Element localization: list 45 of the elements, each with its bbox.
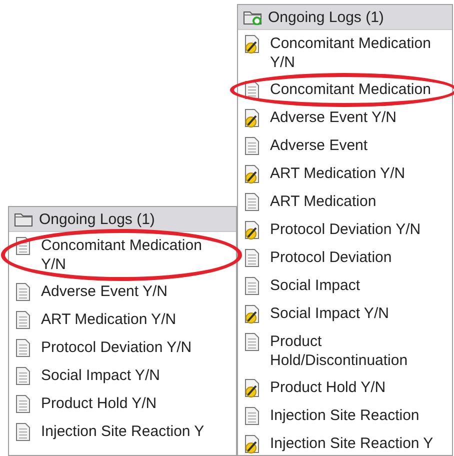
document-icon — [15, 394, 31, 414]
log-item-link[interactable]: Injection Site Reaction Y — [270, 434, 436, 453]
document-icon — [244, 276, 260, 296]
document-icon — [244, 192, 260, 212]
document-pencil-icon — [244, 164, 260, 184]
log-item-link[interactable]: Product Hold Y/N — [41, 394, 159, 413]
document-icon — [244, 248, 260, 268]
log-item-link[interactable]: Injection Site Reaction — [270, 406, 422, 425]
document-icon — [244, 136, 260, 156]
log-item-link[interactable]: Social Impact Y/N — [270, 304, 391, 323]
document-pencil-icon — [244, 304, 260, 324]
folder-with-badge-icon — [243, 9, 263, 25]
folder-icon — [14, 211, 34, 227]
log-item-link[interactable]: Product Hold Y/N — [270, 378, 388, 397]
log-item-link[interactable]: Concomitant Medication Y/N — [41, 236, 219, 274]
log-item-link[interactable]: Concomitant Medication — [270, 80, 433, 99]
document-pencil-icon — [244, 108, 260, 128]
log-item-link[interactable]: Protocol Deviation Y/N — [270, 220, 423, 239]
log-item-link[interactable]: Injection Site Reaction Y — [41, 422, 206, 441]
log-item-link[interactable]: ART Medication Y/N — [41, 310, 178, 329]
panel-header[interactable]: Ongoing Logs (1) — [238, 5, 452, 30]
document-icon — [15, 310, 31, 330]
header-label: Ongoing Logs (1) — [268, 8, 384, 26]
document-icon — [244, 332, 260, 352]
log-item-link[interactable]: Adverse Event — [270, 136, 370, 155]
document-pencil-icon — [244, 220, 260, 240]
document-icon — [15, 366, 31, 386]
document-pencil-icon — [244, 378, 260, 398]
document-icon — [244, 406, 260, 426]
log-item-link[interactable]: Adverse Event Y/N — [41, 282, 170, 301]
log-item-link[interactable]: Social Impact Y/N — [41, 366, 162, 385]
document-icon — [15, 422, 31, 442]
log-item-link[interactable]: Product Hold/Discontinuation — [270, 332, 448, 370]
log-item-link[interactable]: Social Impact — [270, 276, 362, 295]
log-item-link[interactable]: Protocol Deviation Y/N — [41, 338, 194, 357]
document-icon — [15, 338, 31, 358]
panel-header[interactable]: Ongoing Logs (1) — [9, 207, 236, 232]
log-item-link[interactable]: ART Medication — [270, 192, 378, 211]
log-item-link[interactable]: Concomitant Medication Y/N — [270, 34, 448, 72]
log-item-link[interactable]: ART Medication Y/N — [270, 164, 408, 183]
header-label: Ongoing Logs (1) — [39, 210, 155, 228]
log-item-link[interactable]: Adverse Event Y/N — [270, 108, 398, 127]
document-pencil-icon — [244, 34, 260, 54]
log-item-link[interactable]: Protocol Deviation — [270, 248, 394, 267]
document-icon — [15, 282, 31, 302]
